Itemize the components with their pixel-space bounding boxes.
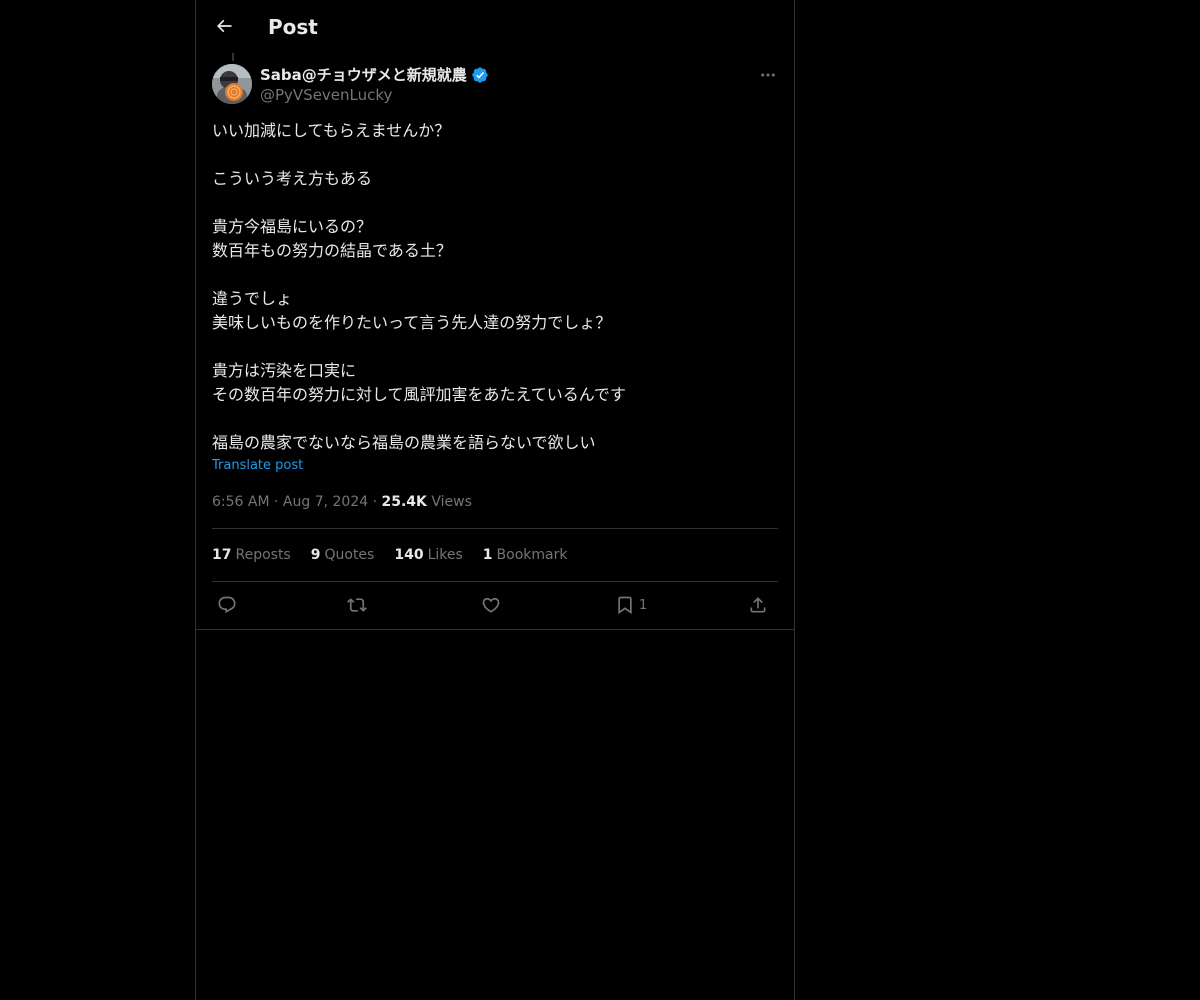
tweet-line bbox=[212, 335, 778, 359]
more-horizontal-icon bbox=[761, 73, 775, 77]
share-button[interactable] bbox=[748, 592, 768, 618]
tweet-line bbox=[212, 191, 778, 215]
post-date[interactable]: Aug 7, 2024 bbox=[283, 494, 368, 510]
tweet-line: 福島の農家でないなら福島の農業を語らないで欲しい bbox=[212, 433, 596, 452]
translate-post-link[interactable]: Translate post bbox=[212, 458, 303, 473]
reply-icon bbox=[218, 596, 236, 614]
author-name-row: Saba@チョウザメと新規就農 bbox=[260, 64, 489, 85]
divider bbox=[212, 528, 778, 529]
verified-badge-icon bbox=[472, 66, 488, 83]
tweet-line bbox=[212, 143, 778, 167]
tweet-line: その数百年の努力に対して風評加害をあたえているんです bbox=[212, 385, 626, 404]
quotes-stat[interactable]: 9 Quotes bbox=[311, 545, 375, 565]
bookmarks-count: 1 bbox=[482, 547, 493, 563]
tweet-line bbox=[212, 407, 778, 431]
bookmark-icon bbox=[618, 596, 632, 615]
tweet-line: 違うでしょ bbox=[212, 289, 293, 308]
avatar[interactable] bbox=[212, 64, 252, 104]
arrow-left-icon bbox=[216, 19, 232, 33]
bookmarks-label: Bookmark bbox=[496, 547, 568, 563]
avatar-image bbox=[212, 64, 252, 104]
thread-connector bbox=[232, 53, 234, 61]
likes-count: 140 bbox=[394, 547, 424, 563]
repost-button[interactable] bbox=[347, 592, 367, 618]
author-display-name[interactable]: Saba@チョウザメと新規就農 bbox=[260, 64, 467, 85]
meta-separator: · bbox=[274, 494, 279, 510]
author-handle[interactable]: @PyVSevenLucky bbox=[260, 85, 392, 105]
more-options-button[interactable] bbox=[756, 64, 780, 86]
reposts-stat[interactable]: 17 Reposts bbox=[212, 545, 291, 565]
divider bbox=[212, 581, 778, 582]
tweet-line: 貴方は汚染を口実に bbox=[212, 361, 357, 380]
tweet-line: 美味しいものを作りたいって言う先人達の努力でしょ？ bbox=[212, 313, 612, 332]
tweet-line: いい加減にしてもらえませんか？ bbox=[212, 121, 451, 140]
page-title: Post bbox=[268, 15, 318, 39]
bookmark-count: 1 bbox=[639, 597, 648, 613]
views-label: Views bbox=[431, 494, 472, 510]
heart-icon bbox=[482, 597, 500, 613]
post-meta: 6:56 AM · Aug 7, 2024 · 25.4K Views bbox=[212, 492, 472, 512]
post-column: Post Saba@チョウザメと新規就農 @PyVSevenLucky いい加減… bbox=[195, 0, 795, 1000]
meta-separator: · bbox=[372, 494, 378, 510]
tweet-text: いい加減にしてもらえませんか？ こういう考え方もある 貴方今福島にいるの？ 数百… bbox=[212, 119, 778, 455]
post-stats: 17 Reposts 9 Quotes 140 Likes 1 Bookmark bbox=[212, 545, 567, 565]
post-bottom-border bbox=[196, 629, 794, 630]
reply-button[interactable] bbox=[217, 592, 237, 618]
reposts-label: Reposts bbox=[235, 547, 291, 563]
tweet-line: 貴方今福島にいるの？ bbox=[212, 217, 373, 236]
like-button[interactable] bbox=[481, 592, 501, 618]
repost-icon bbox=[347, 598, 367, 612]
likes-label: Likes bbox=[427, 547, 463, 563]
quotes-count: 9 bbox=[310, 547, 321, 563]
tweet-line: 数百年もの努力の結晶である土？ bbox=[212, 241, 452, 260]
bookmarks-stat[interactable]: 1 Bookmark bbox=[483, 545, 568, 565]
share-icon bbox=[750, 597, 766, 613]
views-count: 25.4K bbox=[381, 494, 427, 510]
header-bar: Post bbox=[196, 0, 794, 53]
action-bar: 1 bbox=[212, 592, 778, 618]
back-button[interactable] bbox=[210, 12, 238, 40]
tweet-line: こういう考え方もある bbox=[212, 169, 373, 188]
tweet-line bbox=[212, 263, 778, 287]
quotes-label: Quotes bbox=[324, 547, 375, 563]
reposts-count: 17 bbox=[212, 547, 232, 563]
bookmark-button[interactable]: 1 bbox=[615, 592, 647, 618]
post-time[interactable]: 6:56 AM bbox=[212, 494, 270, 510]
likes-stat[interactable]: 140 Likes bbox=[394, 545, 462, 565]
